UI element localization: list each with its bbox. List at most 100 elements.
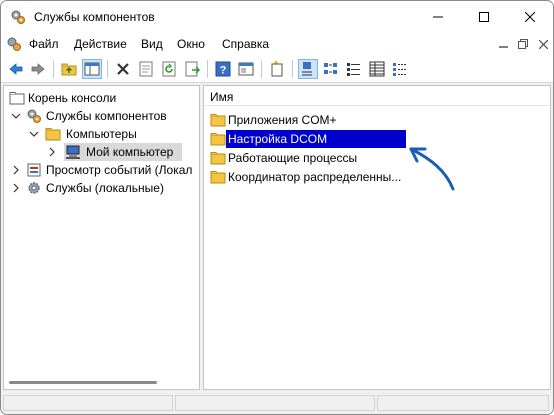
refresh-icon (162, 61, 176, 77)
tree-item-console-root[interactable]: Корень консоли (4, 89, 199, 107)
maximize-icon (479, 12, 489, 22)
tree-item-label: Компьютеры (66, 127, 137, 141)
window-title: Службы компонентов (34, 10, 155, 24)
title-bar: Службы компонентов (1, 1, 553, 33)
forward-icon (31, 63, 45, 75)
chevron-down-icon[interactable] (10, 110, 22, 122)
small-icons-button[interactable] (321, 59, 341, 79)
folder-icon (210, 112, 226, 128)
folder-icon (9, 90, 25, 106)
help-icon: ? (215, 61, 231, 77)
export-icon (185, 61, 200, 77)
chevron-right-icon[interactable] (10, 164, 22, 176)
large-icons-view-icon (302, 62, 312, 76)
computer-icon (65, 144, 81, 160)
maximize-button[interactable] (461, 1, 507, 33)
properties-icon (139, 61, 153, 77)
event-viewer-icon (26, 162, 42, 178)
refresh-button[interactable] (159, 59, 179, 79)
list-item-running-processes[interactable]: Работающие процессы (208, 149, 548, 167)
minimize-button[interactable] (415, 1, 461, 33)
result-pane[interactable]: Имя Приложения COM+ Настройка DCOM Работ… (203, 85, 551, 390)
tree-item-label: Корень консоли (28, 91, 117, 105)
console-icon (238, 62, 254, 76)
list-view-button[interactable] (344, 59, 364, 79)
annotation-arrow-icon (409, 147, 455, 191)
mdi-restore-button[interactable] (516, 37, 530, 51)
tree-item-label: Мой компьютер (86, 145, 174, 159)
list-view-icon (347, 63, 360, 76)
menu-file[interactable]: Файл (29, 37, 59, 51)
console-tree-pane[interactable]: Корень консоли Службы компонентов Компью… (3, 85, 200, 390)
toolbar-separator (261, 60, 262, 78)
chevron-down-icon[interactable] (28, 128, 40, 140)
tree-item-label: Службы (локальные) (46, 181, 164, 195)
list-item-label: Работающие процессы (228, 151, 358, 165)
mdi-close-button[interactable] (536, 37, 550, 51)
menu-bar: Файл Действие Вид Окно Справка (1, 33, 553, 55)
toolbar-separator (292, 60, 293, 78)
properties-button[interactable] (136, 59, 156, 79)
list-item-label: Координатор распределенны... (228, 170, 402, 184)
tree-item-label: Просмотр событий (Локал (46, 163, 193, 177)
large-icons-button[interactable] (298, 59, 318, 79)
show-hide-tree-button[interactable] (82, 59, 102, 79)
folder-icon (210, 150, 226, 166)
toolbar-separator (53, 60, 54, 78)
folder-icon (210, 169, 226, 185)
mmc-window: Службы компонентов Файл Действие Вид Окн… (0, 0, 554, 415)
small-icons-view-icon (324, 63, 337, 74)
minimize-icon (498, 45, 508, 48)
tree-item-event-viewer[interactable]: Просмотр событий (Локал (4, 161, 199, 179)
mdi-minimize-button[interactable] (496, 37, 510, 51)
delete-button[interactable] (113, 59, 133, 79)
list-item-label: Настройка DCOM (228, 132, 328, 146)
close-button[interactable] (507, 1, 553, 33)
list-item-label: Приложения COM+ (228, 113, 337, 127)
tree-item-label: Службы компонентов (46, 109, 167, 123)
detail-grid-button[interactable] (390, 59, 410, 79)
close-icon (538, 39, 548, 49)
up-one-level-button[interactable] (59, 59, 79, 79)
tree-item-computers[interactable]: Компьютеры (4, 125, 199, 143)
back-icon (9, 63, 23, 75)
console-menu-icon[interactable] (6, 36, 22, 52)
component-services-icon (10, 9, 26, 25)
minimize-icon (433, 16, 443, 18)
menu-window[interactable]: Окно (177, 37, 205, 51)
chevron-right-icon[interactable] (46, 146, 58, 158)
list-item-com-plus-applications[interactable]: Приложения COM+ (208, 111, 548, 129)
status-segment (377, 395, 549, 411)
chevron-right-icon[interactable] (10, 182, 22, 194)
menu-help[interactable]: Справка (222, 37, 269, 51)
toolbar-separator (107, 60, 108, 78)
svg-text:?: ? (220, 65, 227, 77)
show-hide-tree-icon (84, 62, 100, 76)
export-list-button[interactable] (182, 59, 202, 79)
new-button[interactable] (267, 59, 287, 79)
horizontal-scrollbar[interactable] (4, 375, 199, 389)
folder-icon (210, 131, 226, 147)
delete-icon (117, 63, 129, 75)
back-button[interactable] (6, 59, 26, 79)
console-button[interactable] (236, 59, 256, 79)
tree-item-local-services[interactable]: Службы (локальные) (4, 179, 199, 197)
list-item-dcom-config[interactable]: Настройка DCOM (208, 130, 548, 148)
folder-icon (45, 126, 61, 142)
detail-view-button[interactable] (367, 59, 387, 79)
restore-icon (518, 39, 528, 49)
status-segment (175, 395, 375, 411)
new-item-icon (271, 61, 283, 77)
tree-item-component-services[interactable]: Службы компонентов (4, 107, 199, 125)
menu-view[interactable]: Вид (141, 37, 163, 51)
list-item-distributed-transaction-coordinator[interactable]: Координатор распределенны... (208, 168, 548, 186)
forward-button[interactable] (28, 59, 48, 79)
status-bar (1, 392, 553, 414)
menu-action[interactable]: Действие (74, 37, 127, 51)
toolbar-separator (207, 60, 208, 78)
column-header-name[interactable]: Имя (204, 86, 550, 106)
help-button[interactable]: ? (213, 59, 233, 79)
detail-grid-icon (393, 63, 407, 76)
tree-item-my-computer[interactable]: Мой компьютер (4, 143, 199, 161)
scrollbar-thumb[interactable] (9, 381, 157, 384)
